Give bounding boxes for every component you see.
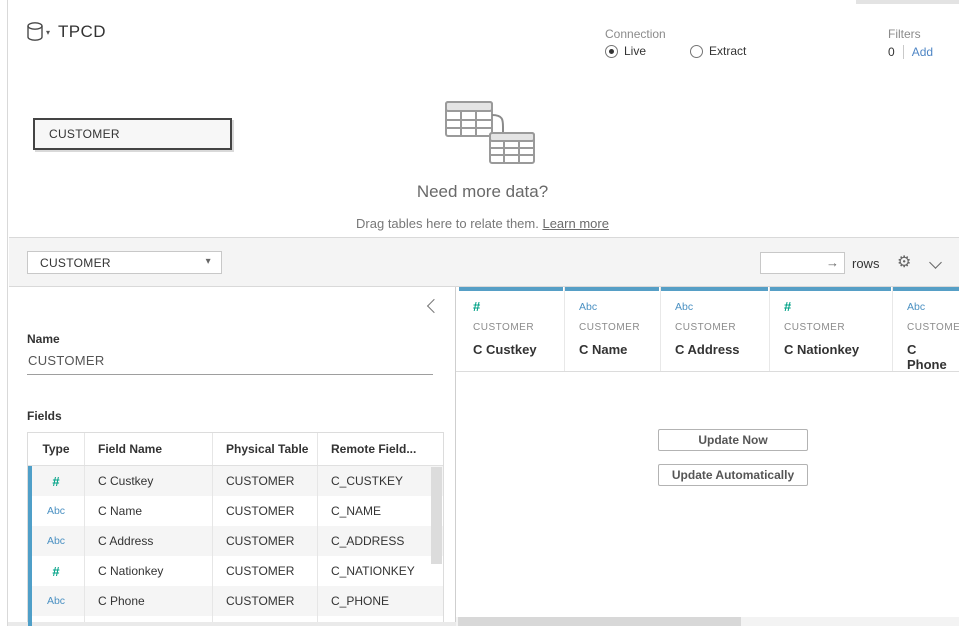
physical-table-cell: CUSTOMER <box>212 526 317 556</box>
filters-label: Filters <box>888 27 921 41</box>
col-header-physical-table[interactable]: Physical Table <box>212 433 317 465</box>
dropdown-caret-icon: ▾ <box>206 256 211 267</box>
window-edge <box>856 0 959 4</box>
left-rail-divider <box>0 0 8 626</box>
grid-column-table: CUSTOMER <box>675 322 768 333</box>
empty-state-title: Need more data? <box>330 182 635 202</box>
grid-column-table: CUSTOMER <box>579 322 659 333</box>
field-name-cell: C Nationkey <box>84 556 212 586</box>
physical-table-cell: CUSTOMER <box>212 586 317 616</box>
radio-extract-label: Extract <box>709 44 746 58</box>
empty-state-subtitle: Drag tables here to relate them. Learn m… <box>260 216 705 231</box>
number-type-icon: # <box>28 466 84 496</box>
radio-live-label: Live <box>624 44 646 58</box>
string-type-icon: Abc <box>907 297 959 316</box>
field-row-c-custkey[interactable]: # C Custkey CUSTOMER C_CUSTKEY <box>28 466 443 496</box>
physical-table-cell: CUSTOMER <box>212 496 317 526</box>
string-type-icon: Abc <box>28 496 84 526</box>
grid-horizontal-scrollbar-thumb[interactable] <box>458 617 741 626</box>
bottom-edge-strip <box>0 622 456 626</box>
number-type-icon: # <box>473 297 563 316</box>
filters-add-link[interactable]: Add <box>912 45 933 59</box>
field-name-cell: C Custkey <box>84 466 212 496</box>
rows-apply-arrow-icon[interactable]: → <box>826 255 839 270</box>
string-type-icon: Abc <box>28 586 84 616</box>
grid-column-c-address[interactable]: Abc CUSTOMER C Address <box>661 287 768 371</box>
grid-column-field: C Phone <box>907 342 959 372</box>
fields-table-selection-stripe <box>28 466 32 626</box>
table-select-value: CUSTOMER <box>40 256 111 270</box>
logical-table-customer[interactable]: CUSTOMER <box>33 118 232 150</box>
grid-column-c-name[interactable]: Abc CUSTOMER C Name <box>565 287 659 371</box>
filters-divider <box>903 45 904 59</box>
radio-live[interactable]: Live <box>605 44 646 58</box>
grid-column-table: CUSTOMER <box>784 322 891 333</box>
remote-field-cell: C_CUSTKEY <box>317 466 443 496</box>
rows-label: rows <box>852 256 879 271</box>
grid-column-field: C Nationkey <box>784 342 891 357</box>
number-type-icon: # <box>784 297 891 316</box>
remote-field-cell: C_ADDRESS <box>317 526 443 556</box>
number-type-icon: # <box>28 556 84 586</box>
field-row-c-nationkey[interactable]: # C Nationkey CUSTOMER C_NATIONKEY <box>28 556 443 586</box>
field-row-c-name[interactable]: Abc C Name CUSTOMER C_NAME <box>28 496 443 526</box>
string-type-icon: Abc <box>675 297 768 316</box>
grid-column-field: C Address <box>675 342 768 357</box>
fields-table-header: Type Field Name Physical Table Remote Fi… <box>28 433 443 466</box>
radio-extract-icon[interactable] <box>690 45 703 58</box>
fields-table: Type Field Name Physical Table Remote Fi… <box>27 432 444 626</box>
tableau-datasource-page: ▾ TPCD Connection Live Extract Filters 0… <box>0 0 959 626</box>
empty-state-hint: Drag tables here to relate them. <box>356 216 542 231</box>
remote-field-cell: C_NATIONKEY <box>317 556 443 586</box>
physical-table-cell: CUSTOMER <box>212 556 317 586</box>
fields-table-scrollbar-thumb[interactable] <box>431 467 442 564</box>
grid-column-field: C Custkey <box>473 342 563 357</box>
table-select-dropdown[interactable]: CUSTOMER ▾ <box>27 251 222 274</box>
col-header-remote-field[interactable]: Remote Field... <box>317 433 443 465</box>
grid-column-field: C Name <box>579 342 659 357</box>
grid-column-c-nationkey[interactable]: # CUSTOMER C Nationkey <box>770 287 891 371</box>
physical-table-cell: CUSTOMER <box>212 466 317 496</box>
update-now-button[interactable]: Update Now <box>658 429 808 451</box>
datasource-title: TPCD <box>58 22 106 42</box>
name-label: Name <box>27 332 60 346</box>
radio-extract[interactable]: Extract <box>690 44 746 58</box>
connection-label: Connection <box>605 27 666 41</box>
filters-row: 0 Add <box>888 45 933 59</box>
remote-field-cell: C_PHONE <box>317 586 443 616</box>
radio-live-icon[interactable] <box>605 45 618 58</box>
relate-tables-illustration <box>428 95 538 168</box>
string-type-icon: Abc <box>28 526 84 556</box>
field-name-cell: C Address <box>84 526 212 556</box>
database-icon[interactable] <box>26 21 46 43</box>
grid-horizontal-scrollbar[interactable] <box>456 617 959 626</box>
grid-column-table: CUSTOMER <box>907 322 959 333</box>
string-type-icon: Abc <box>579 297 659 316</box>
field-name-cell: C Phone <box>84 586 212 616</box>
col-header-type[interactable]: Type <box>28 433 84 465</box>
filters-count: 0 <box>888 45 895 59</box>
panel-divider <box>455 287 456 626</box>
remote-field-cell: C_NAME <box>317 496 443 526</box>
table-name-input[interactable] <box>27 349 433 375</box>
fields-label: Fields <box>27 409 62 423</box>
field-row-c-phone[interactable]: Abc C Phone CUSTOMER C_PHONE <box>28 586 443 616</box>
grid-column-c-phone[interactable]: Abc CUSTOMER C Phone <box>893 287 959 371</box>
field-row-c-address[interactable]: Abc C Address CUSTOMER C_ADDRESS <box>28 526 443 556</box>
field-name-cell: C Name <box>84 496 212 526</box>
panel-collapse-chevron-icon[interactable] <box>427 299 441 313</box>
grid-column-table: CUSTOMER <box>473 322 563 333</box>
grid-header-border <box>456 371 959 372</box>
grid-settings-gear-icon[interactable]: ⚙ <box>897 252 911 272</box>
learn-more-link[interactable]: Learn more <box>542 216 608 231</box>
database-menu-caret-icon[interactable]: ▾ <box>46 28 50 37</box>
update-automatically-button[interactable]: Update Automatically <box>658 464 808 486</box>
col-header-field-name[interactable]: Field Name <box>84 433 212 465</box>
grid-column-c-custkey[interactable]: # CUSTOMER C Custkey <box>459 287 563 371</box>
